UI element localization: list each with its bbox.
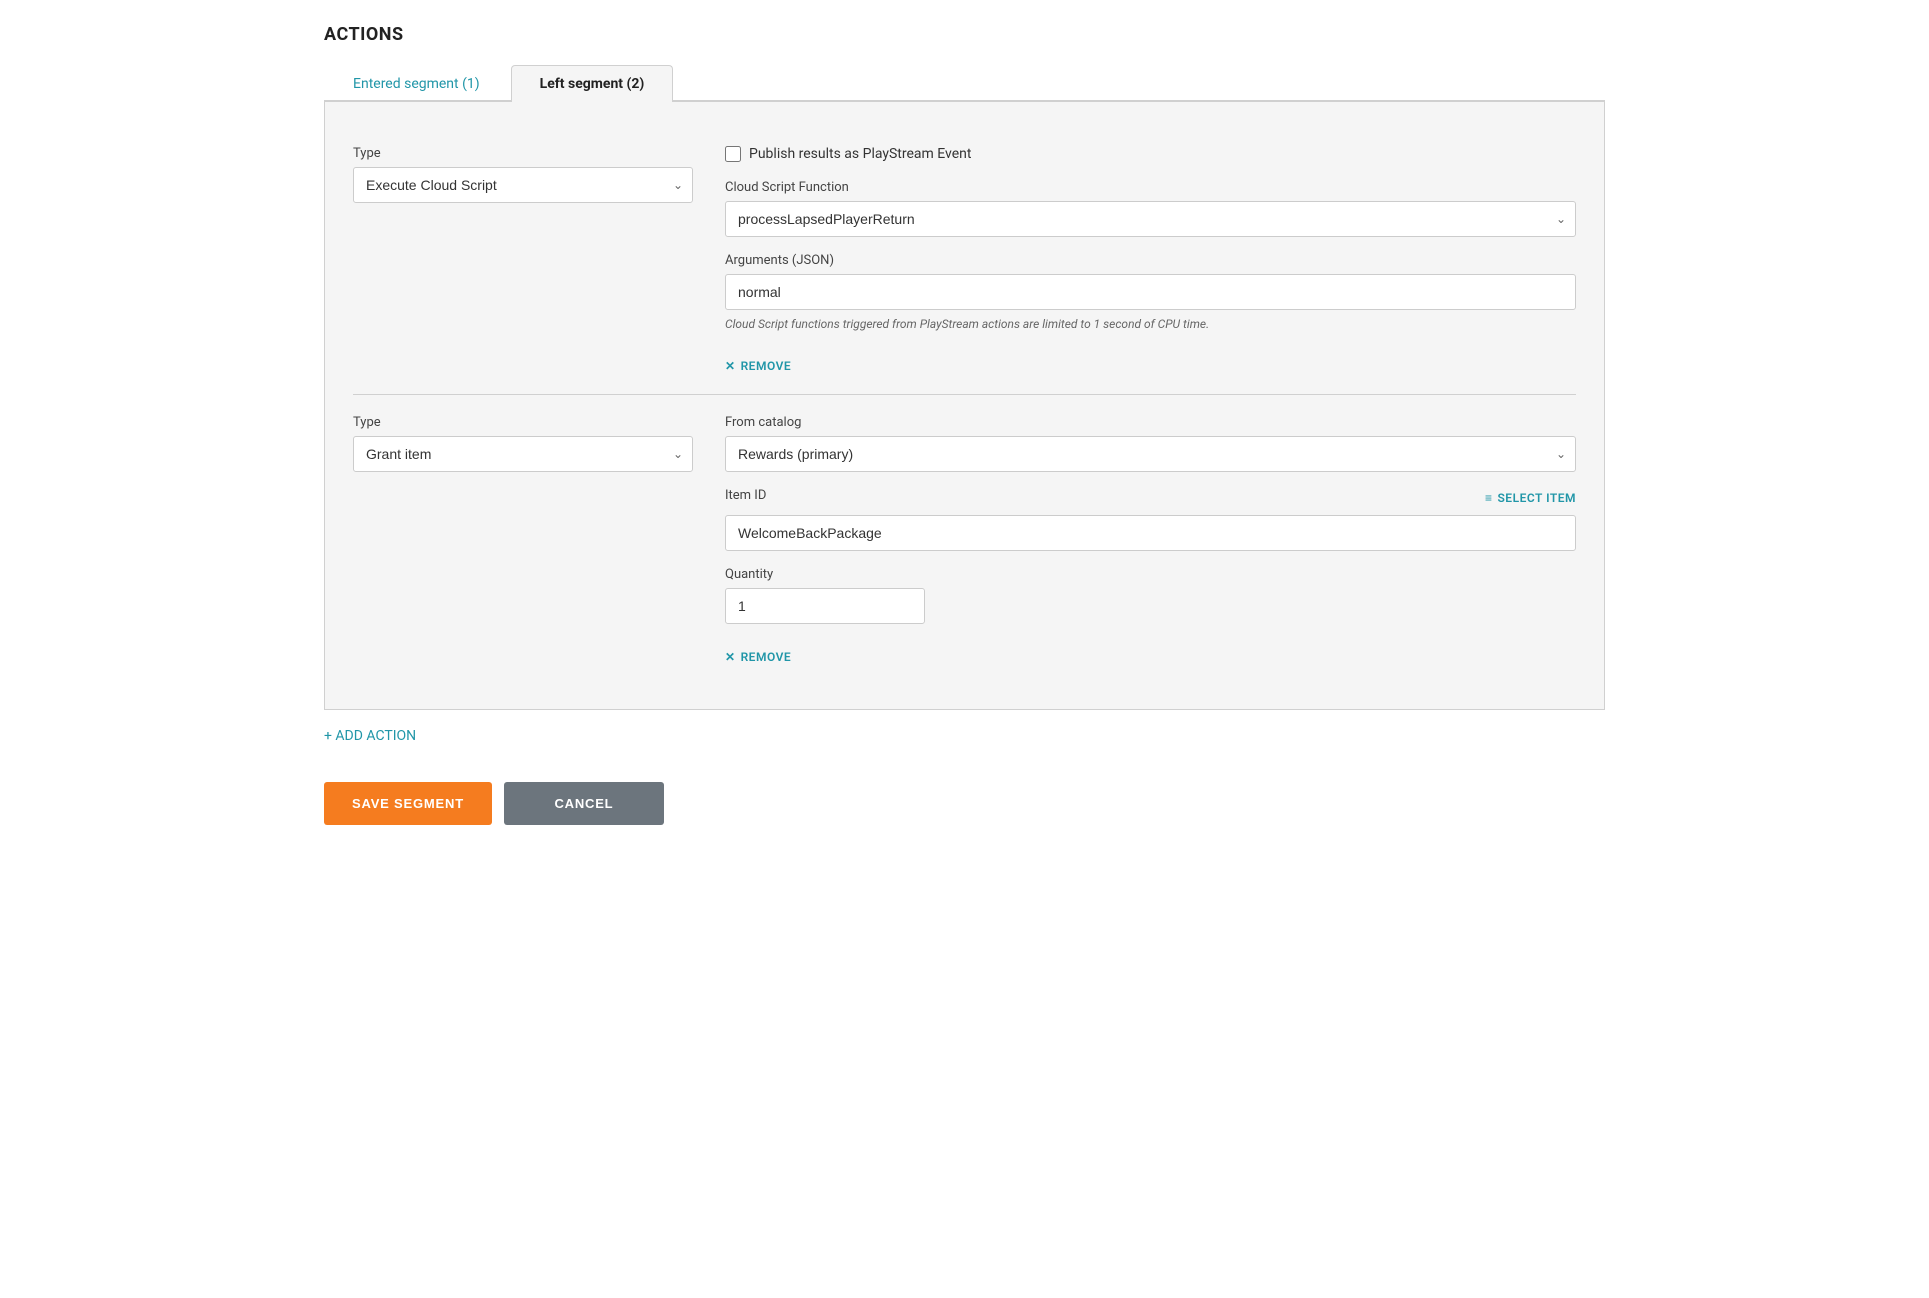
add-action-label: + ADD ACTION [324,728,416,744]
arguments-helper-text: Cloud Script functions triggered from Pl… [725,316,1576,333]
block2-left: Type Grant item ⌄ [353,415,693,472]
save-segment-button[interactable]: SAVE SEGMENT [324,782,492,825]
action-section: Type Execute Cloud Script ⌄ Publish resu… [324,102,1605,710]
cloud-function-select[interactable]: processLapsedPlayerReturn [725,201,1576,237]
block1-type-label: Type [353,146,693,161]
from-catalog-label: From catalog [725,415,1576,430]
block2-remove-button[interactable]: ✕ REMOVE [725,650,791,664]
cloud-function-group: Cloud Script Function processLapsedPlaye… [725,180,1576,237]
block2-remove-x-icon: ✕ [725,650,736,664]
cancel-button[interactable]: CANCEL [504,782,664,825]
from-catalog-group: From catalog Rewards (primary) ⌄ [725,415,1576,472]
publish-checkbox[interactable] [725,146,741,162]
block2-type-select[interactable]: Grant item [353,436,693,472]
from-catalog-select[interactable]: Rewards (primary) [725,436,1576,472]
action-block-1: Type Execute Cloud Script ⌄ Publish resu… [353,126,1576,395]
item-id-label: Item ID [725,488,766,503]
select-item-button[interactable]: ≡ SELECT ITEM [1485,491,1576,505]
arguments-input[interactable] [725,274,1576,310]
block2-type-select-wrapper: Grant item ⌄ [353,436,693,472]
block1-remove-button[interactable]: ✕ REMOVE [725,359,791,373]
tab-left-segment[interactable]: Left segment (2) [511,65,674,102]
select-item-list-icon: ≡ [1485,491,1493,505]
block1-left: Type Execute Cloud Script ⌄ [353,146,693,203]
block1-remove-label: REMOVE [741,359,792,373]
block1-remove-x-icon: ✕ [725,359,736,373]
footer-buttons: SAVE SEGMENT CANCEL [324,782,1605,825]
action-block-2: Type Grant item ⌄ From catalog [353,395,1576,685]
block1-right: Publish results as PlayStream Event Clou… [725,146,1576,374]
cloud-function-select-wrapper: processLapsedPlayerReturn ⌄ [725,201,1576,237]
item-id-header: Item ID ≡ SELECT ITEM [725,488,1576,509]
block2-type-label: Type [353,415,693,430]
block2-remove-label: REMOVE [741,650,792,664]
quantity-input[interactable] [725,588,925,624]
arguments-label: Arguments (JSON) [725,253,1576,268]
add-action-button[interactable]: + ADD ACTION [324,728,416,744]
add-action-row: + ADD ACTION [324,710,1605,754]
quantity-label: Quantity [725,567,1576,582]
cloud-function-label: Cloud Script Function [725,180,1576,195]
page-title: ACTIONS [324,24,1605,45]
block1-type-select[interactable]: Execute Cloud Script [353,167,693,203]
item-id-group: Item ID ≡ SELECT ITEM [725,488,1576,551]
select-item-label: SELECT ITEM [1497,491,1576,505]
quantity-group: Quantity [725,567,1576,624]
arguments-group: Arguments (JSON) Cloud Script functions … [725,253,1576,333]
tab-entered-segment[interactable]: Entered segment (1) [324,65,509,102]
publish-checkbox-row: Publish results as PlayStream Event [725,146,1576,162]
item-id-input[interactable] [725,515,1576,551]
publish-label: Publish results as PlayStream Event [749,146,971,162]
block2-right: From catalog Rewards (primary) ⌄ Item ID [725,415,1576,665]
block1-type-select-wrapper: Execute Cloud Script ⌄ [353,167,693,203]
tabs-container: Entered segment (1) Left segment (2) [324,63,1605,102]
from-catalog-select-wrapper: Rewards (primary) ⌄ [725,436,1576,472]
